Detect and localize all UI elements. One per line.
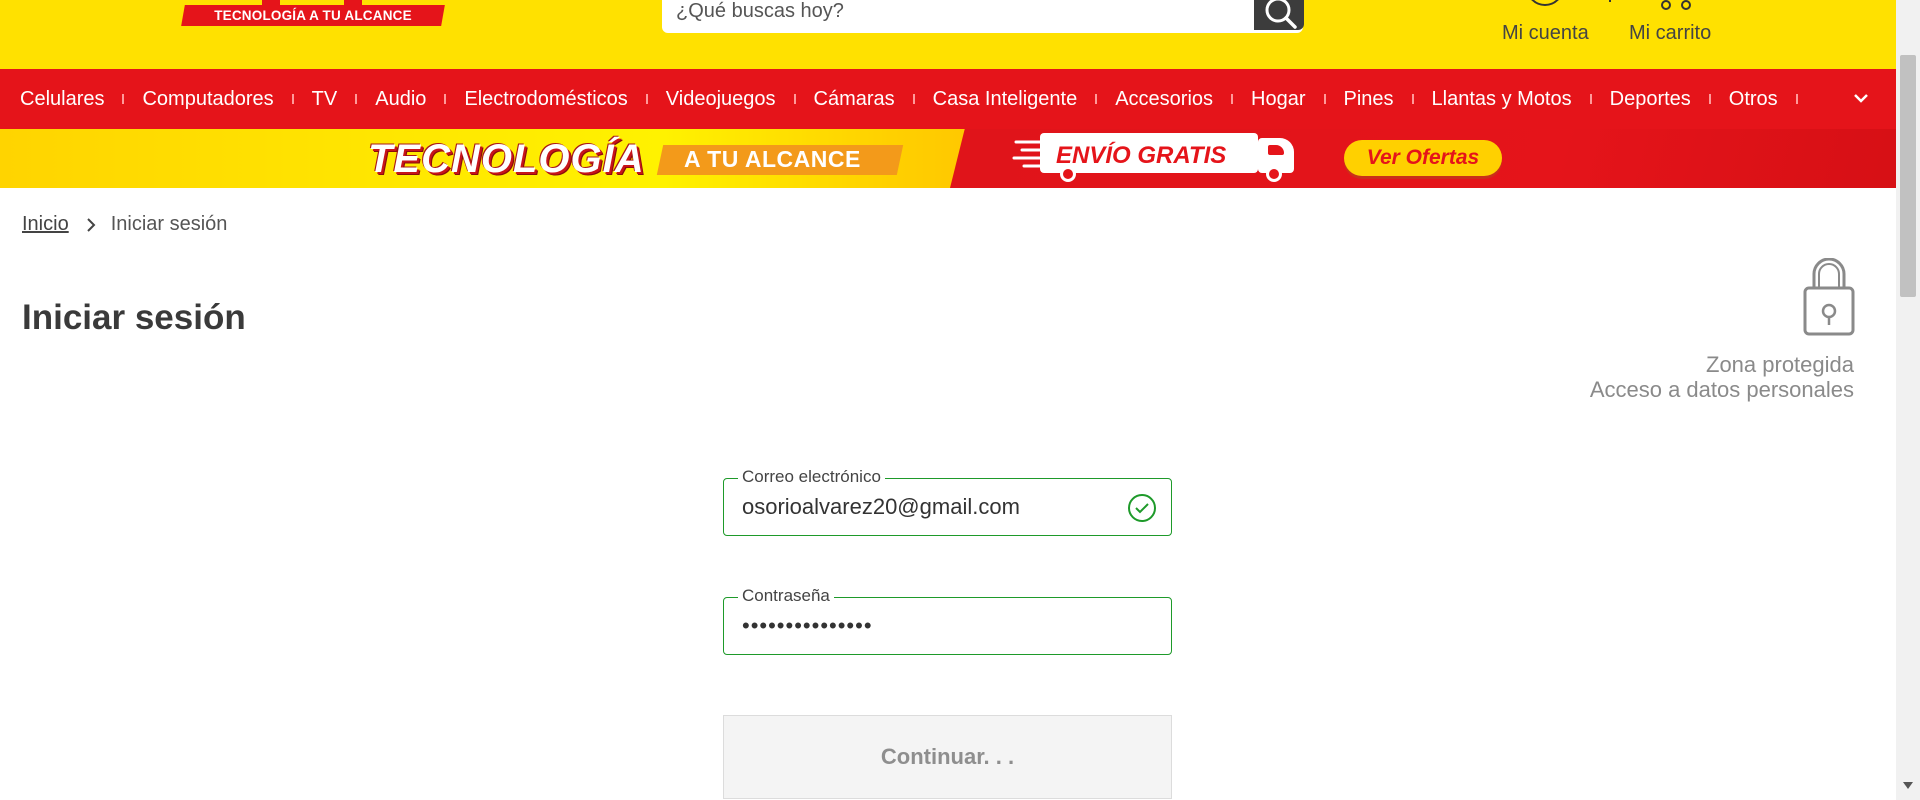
speed-lines-icon [1012,140,1042,168]
page-title: Iniciar sesión [22,298,246,337]
nav-item-computadores[interactable]: Computadores [124,88,291,111]
nav-item-electrodomesticos[interactable]: Electrodomésticos [446,88,645,111]
truck-wheel-icon [1266,166,1282,182]
chevron-down-icon[interactable] [1852,89,1870,107]
breadcrumb-current: Iniciar sesión [110,213,228,235]
truck-wheel-icon [1060,166,1076,182]
search-input[interactable] [676,0,1236,22]
nav-item-videojuegos[interactable]: Videojuegos [648,88,794,111]
nav-item-deportes[interactable]: Deportes [1592,88,1709,111]
check-circle-icon [1128,494,1156,522]
email-field[interactable]: Correo electrónico [723,467,1172,536]
chevron-right-icon [86,217,96,232]
protected-zone-subtitle: Acceso a datos personales [1589,377,1854,402]
logo-tagline[interactable]: TECNOLOGÍA A TU ALCANCE [183,5,443,26]
cart-icon[interactable] [1592,0,1628,10]
nav-item-hogar[interactable]: Hogar [1233,88,1323,111]
nav-item-casa-inteligente[interactable]: Casa Inteligente [915,88,1096,111]
search-box [662,0,1303,33]
nav-item-tv[interactable]: TV [294,88,356,111]
see-offers-button[interactable]: Ver Ofertas [1344,140,1502,176]
free-shipping-label: ENVÍO GRATIS [1056,142,1227,169]
breadcrumb: Inicio Iniciar sesión [22,213,227,236]
nav-item-llantas-y-motos[interactable]: Llantas y Motos [1414,88,1590,111]
nav-item-audio[interactable]: Audio [357,88,444,111]
breadcrumb-home-link[interactable]: Inicio [22,213,69,236]
email-input[interactable] [742,493,1102,521]
cart-wheels-icon[interactable] [1658,0,1698,12]
banner-headline: TECNOLOGÍA [368,137,645,181]
password-input[interactable] [742,612,1102,640]
search-icon [1265,0,1297,29]
continue-button[interactable]: Continuar. . . [723,715,1172,799]
nav-divider [1795,94,1798,104]
protected-zone-title: Zona protegida [1706,352,1854,377]
email-label: Correo electrónico [738,467,885,487]
protected-zone-note: Zona protegida Acceso a datos personales [1590,352,1854,402]
nav-item-celulares[interactable]: Celulares [0,88,122,111]
lock-icon [1803,258,1855,336]
nav-item-otros[interactable]: Otros [1711,88,1796,111]
password-field[interactable]: Contraseña [723,586,1172,655]
account-link[interactable]: Mi cuenta [1502,22,1589,45]
scrollbar-thumb[interactable] [1900,55,1916,297]
password-label: Contraseña [738,586,834,606]
nav-item-accesorios[interactable]: Accesorios [1097,88,1231,111]
search-button[interactable] [1254,0,1304,30]
promo-banner[interactable]: TECNOLOGÍA A TU ALCANCE [0,129,1896,188]
category-nav: Celulares Computadores TV Audio Electrod… [0,69,1896,129]
truck-window-icon [1268,145,1284,155]
nav-item-camaras[interactable]: Cámaras [796,88,913,111]
cart-link[interactable]: Mi carrito [1629,22,1711,45]
scroll-down-arrow-icon[interactable] [1903,782,1913,789]
banner-subheadline: A TU ALCANCE [684,146,861,172]
nav-item-pines[interactable]: Pines [1326,88,1412,111]
page-scrollbar[interactable] [1896,0,1920,800]
